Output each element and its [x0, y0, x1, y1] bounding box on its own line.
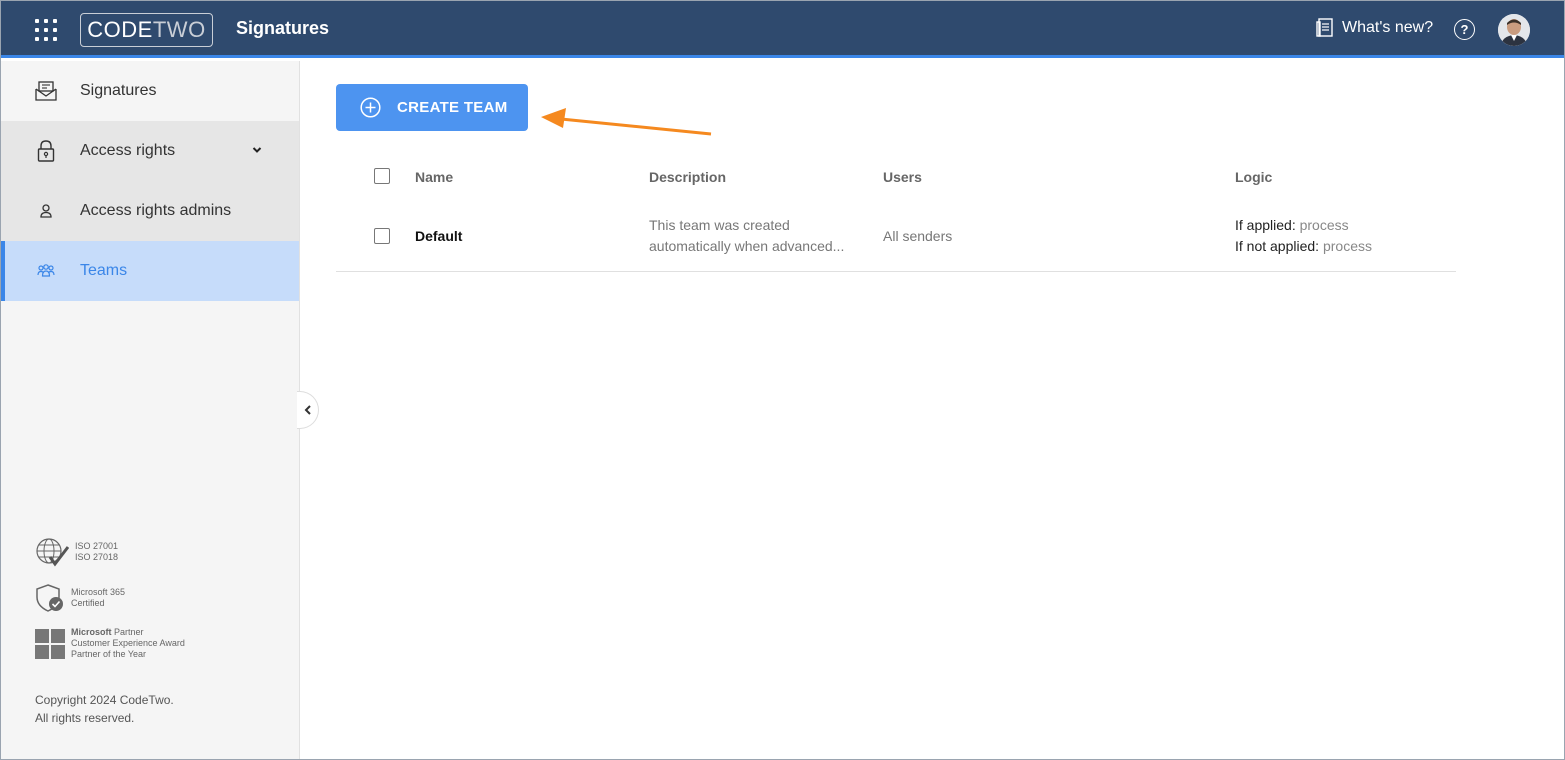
app-title: Signatures: [236, 18, 330, 38]
cert-text: ISO 27001: [75, 541, 119, 551]
shield-check-icon: [36, 584, 63, 612]
user-avatar[interactable]: [1498, 14, 1530, 46]
globe-check-icon: [36, 538, 69, 567]
column-header-name[interactable]: Name: [415, 169, 453, 185]
app-launcher-icon[interactable]: [35, 19, 57, 41]
logic-value: process: [1299, 217, 1349, 233]
sidebar-item-teams[interactable]: Teams: [1, 241, 299, 301]
cert-text: Partner of the Year: [71, 649, 147, 659]
microsoft-logo-icon: [35, 628, 65, 659]
news-icon: [1316, 18, 1333, 37]
cert-text: Microsoft: [71, 627, 112, 637]
logo-text-code: CODE: [87, 17, 153, 42]
column-header-users[interactable]: Users: [883, 169, 922, 185]
whats-new-button[interactable]: What's new?: [1316, 18, 1433, 38]
microsoft-partner-badge: Microsoft Partner Customer Experience Aw…: [35, 627, 185, 660]
annotation-arrow: [541, 108, 712, 136]
sidebar-item-label: Teams: [80, 262, 128, 279]
cert-text: Customer Experience Award: [71, 638, 185, 648]
select-all-checkbox[interactable]: [374, 168, 390, 184]
team-description: This team was created automatically when…: [649, 215, 844, 257]
logo-text-two: TWO: [152, 17, 206, 42]
row-divider: [336, 271, 1456, 272]
sidebar-item-label: Signatures: [80, 82, 157, 99]
cert-text: Certified: [71, 598, 105, 608]
plus-circle-icon: [360, 97, 381, 118]
help-icon[interactable]: ?: [1454, 19, 1475, 40]
sidebar-item-signatures[interactable]: Signatures: [1, 61, 299, 121]
microsoft-365-certified-badge: Microsoft 365 Certified: [35, 583, 125, 613]
column-header-logic[interactable]: Logic: [1235, 169, 1272, 185]
column-header-description[interactable]: Description: [649, 169, 726, 185]
description-line: This team was created: [649, 217, 790, 233]
chevron-left-icon: [304, 405, 311, 415]
codetwo-logo[interactable]: CODE TWO: [80, 13, 213, 47]
sidebar-item-label: Access rights admins: [80, 202, 232, 219]
sidebar: Signatures Access rights Access rights a…: [1, 61, 300, 759]
team-name[interactable]: Default: [415, 226, 462, 247]
description-line: automatically when advanced...: [649, 238, 845, 254]
sidebar-item-label: Access rights: [80, 142, 176, 159]
copyright-line: Copyright 2024 CodeTwo.: [35, 693, 174, 707]
team-icon: [35, 260, 57, 282]
person-icon: [35, 200, 57, 222]
lock-icon: [35, 140, 57, 162]
logic-value: process: [1322, 238, 1372, 254]
logic-label: If not applied:: [1235, 238, 1320, 254]
cert-text: Microsoft 365: [71, 587, 126, 597]
team-logic: If applied: process If not applied: proc…: [1235, 215, 1372, 257]
sidebar-item-access-rights[interactable]: Access rights: [1, 121, 299, 181]
copyright-line: All rights reserved.: [35, 711, 135, 725]
cert-text: Partner: [111, 627, 144, 637]
row-checkbox[interactable]: [374, 228, 390, 244]
iso-certification-badge: ISO 27001 ISO 27018: [35, 537, 118, 567]
create-team-label: CREATE TEAM: [397, 99, 508, 116]
signature-icon: [35, 80, 57, 102]
sidebar-item-access-rights-admins[interactable]: Access rights admins: [1, 181, 299, 241]
create-team-button[interactable]: CREATE TEAM: [336, 84, 528, 131]
chevron-down-icon[interactable]: [251, 144, 263, 156]
copyright: Copyright 2024 CodeTwo. All rights reser…: [35, 691, 174, 727]
whats-new-label: What's new?: [1342, 19, 1434, 36]
team-users: All senders: [883, 228, 953, 244]
logic-label: If applied:: [1235, 217, 1296, 233]
top-bar: CODE TWO Signatures What's new? ?: [1, 1, 1564, 58]
collapse-sidebar-button[interactable]: [297, 391, 319, 429]
cert-text: ISO 27018: [75, 552, 119, 562]
